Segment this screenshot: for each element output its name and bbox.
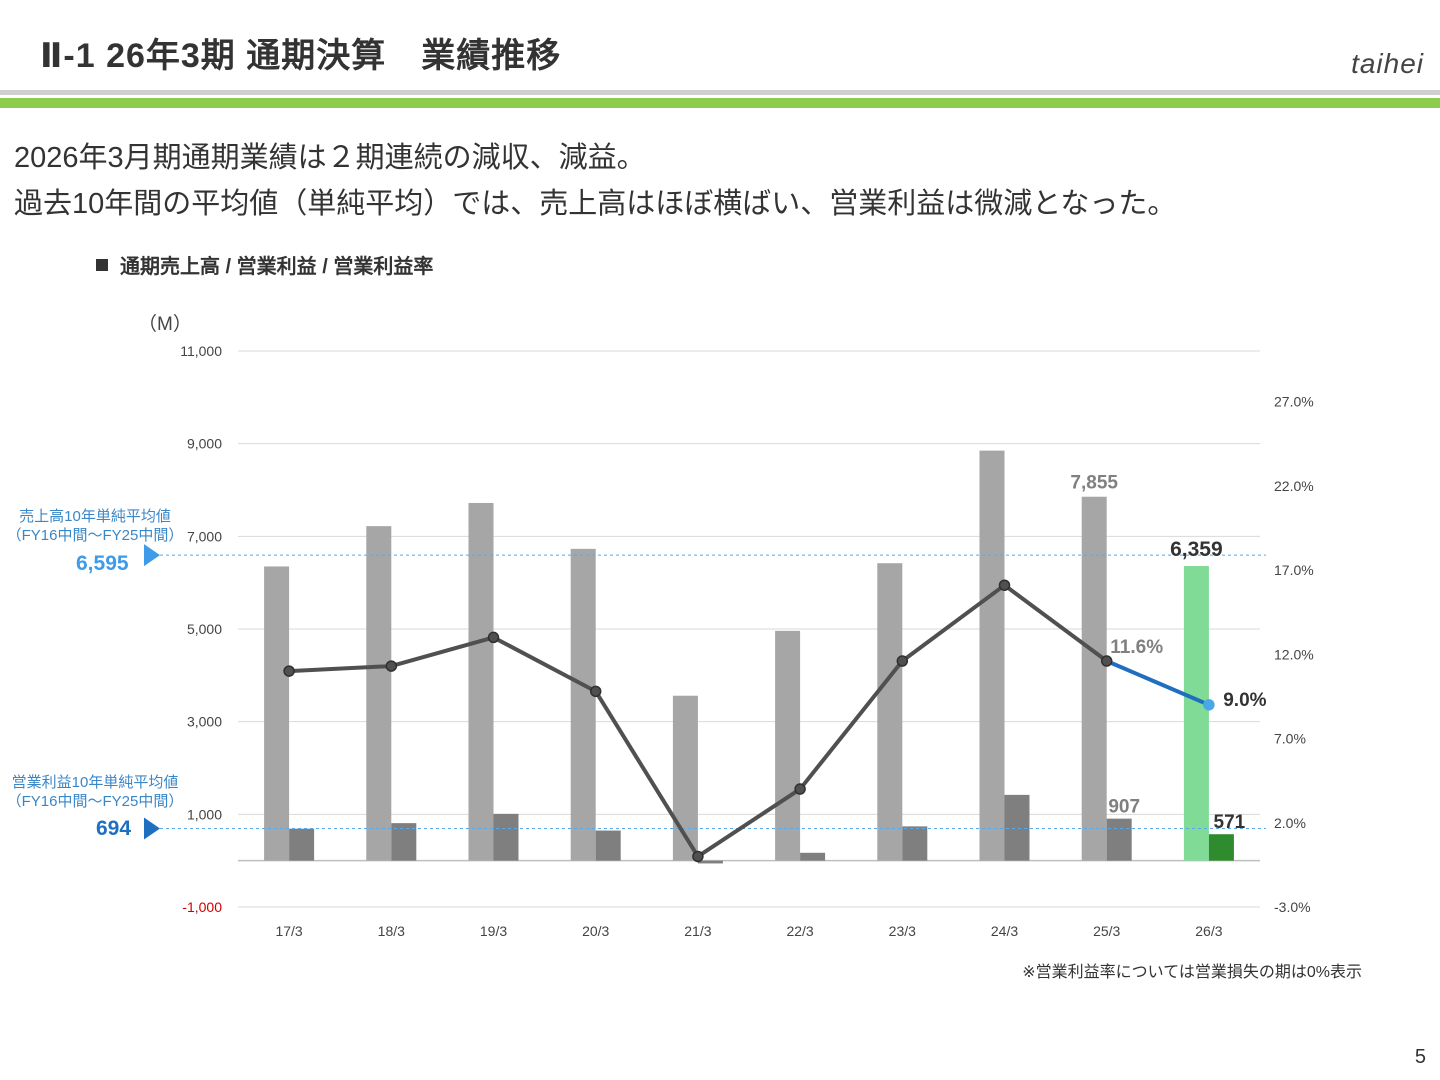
left-axis-tick-label: 1,000 <box>187 806 222 822</box>
right-axis-tick-label: -3.0% <box>1274 899 1311 915</box>
op-profit-average-label-line-1: 営業利益10年単純平均値 <box>11 774 179 791</box>
left-axis-tick-label: 11,000 <box>180 343 222 359</box>
op-profit-bar <box>1004 794 1030 861</box>
sales-bar <box>775 630 801 861</box>
margin-point <box>896 655 909 667</box>
op-profit-average-label: 営業利益10年単純平均値 （FY16中間～FY25中間） <box>0 773 190 811</box>
op-profit-bar <box>902 826 928 861</box>
sales-bar <box>468 502 494 861</box>
sales-data-label: 6,359 <box>1170 538 1223 561</box>
op-profit-data-label: 907 <box>1108 797 1140 818</box>
margin-point <box>487 631 500 644</box>
footnote: ※営業利益率については営業損失の期は0%表示 <box>1022 964 1362 981</box>
sales-bar <box>877 563 903 861</box>
op-profit-bar <box>289 828 315 861</box>
sales-bar <box>570 548 596 861</box>
sales-average-pointer-icon <box>144 544 160 567</box>
sales-bar <box>1183 566 1209 861</box>
sales-data-label: 7,855 <box>1070 473 1118 494</box>
op-profit-average-label-line-2: （FY16中間～FY25中間） <box>6 793 184 810</box>
x-axis-tick-label: 19/3 <box>480 923 507 939</box>
margin-point <box>1203 699 1215 711</box>
y-axis-unit: （M） <box>138 314 192 335</box>
sales-average-label-line-1: 売上高10年単純平均値 <box>19 508 171 525</box>
right-axis-tick-label: 27.0% <box>1274 394 1314 410</box>
sales-bar <box>1081 496 1107 861</box>
op-profit-bar <box>595 830 621 861</box>
sales-average-value: 6,595 <box>76 552 129 575</box>
op-profit-average-pointer-icon <box>144 817 160 840</box>
op-profit-bar <box>1106 818 1132 861</box>
margin-data-label: 11.6% <box>1110 637 1163 658</box>
margin-data-label: 9.0% <box>1223 690 1266 711</box>
performance-chart: 11,000 9,000 7,000 5,000 3,000 1,000 -1,000 27.… <box>144 343 1314 939</box>
left-axis-tick-label: 9,000 <box>187 436 222 452</box>
right-axis-tick-label: 12.0% <box>1274 646 1314 662</box>
sales-average-label: 売上高10年単純平均値 （FY16中間～FY25中間） <box>0 507 190 545</box>
sales-average-label-line-2: （FY16中間～FY25中間） <box>6 527 184 544</box>
op-profit-bar <box>1208 834 1234 861</box>
op-profit-bar <box>493 813 519 861</box>
x-axis-tick-label: 25/3 <box>1093 923 1120 939</box>
x-axis-tick-label: 18/3 <box>378 923 405 939</box>
x-axis-tick-label: 23/3 <box>889 923 916 939</box>
left-axis-tick-label: 7,000 <box>187 528 222 544</box>
x-axis-tick-label: 24/3 <box>991 923 1018 939</box>
op-profit-average-value: 694 <box>96 817 132 840</box>
left-axis-tick-label: 3,000 <box>187 714 222 730</box>
left-axis-tick-label: -1,000 <box>182 899 222 915</box>
right-axis-tick-label: 17.0% <box>1274 562 1314 578</box>
x-axis-tick-label: 21/3 <box>684 923 711 939</box>
x-axis-tick-label: 20/3 <box>582 923 609 939</box>
x-axis-tick-label: 22/3 <box>786 923 813 939</box>
margin-point <box>692 850 704 863</box>
right-axis-tick-label: 22.0% <box>1274 478 1314 494</box>
sales-bar <box>979 450 1005 861</box>
left-axis-tick-label: 5,000 <box>187 621 222 637</box>
x-axis-tick-label: 26/3 <box>1195 923 1222 939</box>
x-axis-tick-label: 17/3 <box>275 923 302 939</box>
sales-bar <box>264 566 290 861</box>
margin-point <box>385 660 398 672</box>
margin-point <box>283 665 295 677</box>
sales-bar <box>366 526 392 861</box>
right-axis-tick-label: 2.0% <box>1274 815 1306 831</box>
op-profit-bar <box>800 852 826 861</box>
margin-point <box>589 685 602 698</box>
op-profit-bar <box>697 860 723 864</box>
margin-point <box>998 579 1011 591</box>
page-number: 5 <box>1414 1046 1426 1068</box>
op-profit-data-label: 571 <box>1214 812 1246 833</box>
margin-point <box>794 783 806 795</box>
right-axis-tick-label: 7.0% <box>1274 731 1306 747</box>
